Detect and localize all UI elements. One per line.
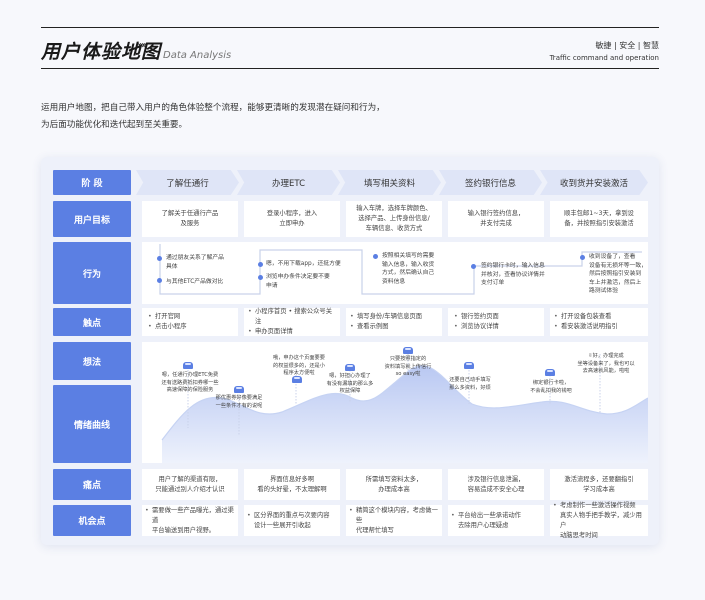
touch-cell: 打开官网点击小程序 xyxy=(142,308,238,336)
thought-note: 绑定银行卡啦， 不会乱扣我的钱吧 xyxy=(530,380,572,394)
thought-note: ✌好，办理完成 坐等设备来了，我也可以 去高速就风能，啦啦 xyxy=(577,353,635,374)
opportunity-cell: 区分界面的重点与次要内容 设计一些展开引收起 xyxy=(244,505,340,536)
intro-text: 运用用户地图，把自己带入用户的角色体验整个流程，能够更清晰的发现潜在疑问和行为，… xyxy=(41,100,461,134)
behavior-dot xyxy=(157,278,162,283)
behavior-note: 与其他ETC产品做对比 xyxy=(166,279,224,285)
opportunity-cell: 考虑制作一些激活操作视频 真实人物手把手教学，减少用户 动脑思考时间 xyxy=(550,501,648,539)
page-subtitle: Data Analysis xyxy=(163,50,232,61)
touch-item: 打开官网 xyxy=(148,312,186,322)
goal-cell: 登录小程序，进入 立即申办 xyxy=(244,201,340,237)
opportunity-text: 考虑制作一些激活操作视频 真实人物手把手教学，减少用户 动脑思考时间 xyxy=(553,501,645,541)
behavior-dot xyxy=(471,264,476,269)
behavior-note: 通过朋友关系了解产品 具体 xyxy=(166,255,224,270)
thought-note: 那优惠券好像要满足 一些条件才有的说呢 xyxy=(215,395,263,409)
thought-note: 嗯，好担心办理了 有没有漏填的那么多 权益保障 xyxy=(326,373,374,394)
header-rule xyxy=(41,68,659,69)
touch-cell: 填写身份/车辆信息页面查看示例图 xyxy=(346,308,442,336)
stage-4: 签约银行信息 xyxy=(439,170,542,195)
behavior-dot xyxy=(258,275,263,280)
thought-note: 还要自己动手填写 那么多资料，好烦 xyxy=(449,377,491,391)
thought-note: 只要按照指定的 资料填写就上传信行 so easy啦 xyxy=(384,356,432,377)
behavior-dot xyxy=(373,254,378,259)
behavior-note: 按照相关填写的需要 输入信息，输入收货 方式，然后确认自己 资料信息 xyxy=(382,253,435,285)
stage-1: 了解任通行 xyxy=(136,170,239,195)
header-tags-en: Traffic command and operation xyxy=(549,54,659,62)
pain-cell: 用户了解的渠道有限， 只能通过别人介绍才认识 xyxy=(142,469,238,500)
thought-note: 嗯，任通行办理ETC免费 还有送路费抵扣券哪一些 高速保障的保险服务 xyxy=(161,372,219,393)
row-label-emotion: 情绪曲线 xyxy=(53,385,131,463)
touch-item: 浏览协议详情 xyxy=(454,322,499,332)
behavior-note: 签约银行卡时，输入信息 并核对，查看协议详情并 支付订单 xyxy=(481,263,545,286)
behavior-dot xyxy=(580,255,585,260)
pain-cell: 涉及银行信息泄漏， 容易造成不安全心理 xyxy=(448,469,544,500)
touch-item: 银行签约页面 xyxy=(454,312,499,322)
opportunity-text: 需要做一些产品曝光，通过渠道 平台输送到用户视野。 xyxy=(145,506,235,536)
opportunity-text: 区分界面的重点与次要内容 设计一些展开引收起 xyxy=(247,511,330,531)
chevrons-icon: ›››› xyxy=(137,40,148,51)
intro-line: 运用用户地图，把自己带入用户的角色体验整个流程，能够更清晰的发现潜在疑问和行为， xyxy=(41,103,385,113)
touch-cell: 银行签约页面浏览协议详情 xyxy=(448,308,544,336)
car-icon xyxy=(345,364,355,371)
behavior-note: 嗯，不用下载app，还挺方便 xyxy=(266,261,341,267)
top-rule xyxy=(41,27,659,28)
goal-cell: 了解关于任通行产品 及服务 xyxy=(142,201,238,237)
touch-item: 填写身份/车辆信息页面 xyxy=(350,312,422,322)
header-tags: 敏捷 | 安全 | 智慧 xyxy=(595,41,659,50)
pain-cell: 激活流程多，还要翻指引 学习成本高 xyxy=(550,469,648,500)
goal-cell: 顺丰包邮1~3天，拿到设 备，并按照指引安装激活 xyxy=(550,201,648,237)
touch-item: 申办页面详情 xyxy=(248,327,336,337)
stage-5: 收到货并安装激活 xyxy=(540,170,648,195)
touch-cell: 打开设备包装查看看安装激活说明指引 xyxy=(550,308,648,336)
row-label-goal: 用户目标 xyxy=(53,201,131,237)
opportunity-text: 精简这个模块内容，考虑做一些 代理帮忙填写 xyxy=(349,506,439,536)
opportunity-cell: 精简这个模块内容，考虑做一些 代理帮忙填写 xyxy=(346,505,442,536)
intro-line: 为后面功能优化和迭代起到至关重要。 xyxy=(41,120,188,130)
goal-cell: 输入银行签约信息， 并支付完成 xyxy=(448,201,544,237)
stage-3: 填写相关资料 xyxy=(338,170,441,195)
behavior-dot xyxy=(157,256,162,261)
behavior-note: 收到设备了，查看 设备有无损坏等一致， 然后按照指引安装到 车上并激活，然后上 … xyxy=(589,254,647,294)
opportunity-cell: 需要做一些产品曝光，通过渠道 平台输送到用户视野。 xyxy=(142,505,238,536)
touch-item-text: 小程序首页 xyxy=(255,308,287,315)
row-label-pain: 痛点 xyxy=(53,469,131,500)
row-label-thought: 想法 xyxy=(53,342,131,380)
touch-item: 小程序首页 • 搜索公众号关注 xyxy=(248,307,336,327)
touch-cell: 小程序首页 • 搜索公众号关注申办页面详情 xyxy=(244,307,340,337)
opportunity-cell: 平台给出一些承诺动作 去除用户心理疑虑 xyxy=(448,505,544,536)
car-icon xyxy=(292,376,302,383)
car-icon xyxy=(183,362,193,369)
touch-item: 打开设备包装查看 xyxy=(554,312,618,322)
car-icon xyxy=(403,347,413,354)
behavior-dot xyxy=(258,262,263,267)
car-icon xyxy=(545,369,555,376)
row-label-behavior: 行为 xyxy=(53,242,131,304)
car-icon xyxy=(464,362,474,369)
stage-2: 办理ETC xyxy=(237,170,340,195)
behavior-note: 浏览申办条件决定要不要 申请 xyxy=(266,274,330,289)
opportunity-text: 平台给出一些承诺动作 去除用户心理疑虑 xyxy=(451,511,521,531)
row-label-touch: 触点 xyxy=(53,308,131,336)
goal-cell: 输入车牌，选择车牌颜色、 选择产品、上传身份信息/ 车辆信息、收货方式 xyxy=(346,201,442,237)
pain-cell: 所需填写资料太多， 办理成本高 xyxy=(346,469,442,500)
touch-item: 查看示例图 xyxy=(350,322,422,332)
row-label-stage: 阶 段 xyxy=(53,170,131,195)
pain-cell: 界面信息好多啊 看的头好晕，不太理解啊 xyxy=(244,469,340,500)
touch-item: 点击小程序 xyxy=(148,322,186,332)
row-label-opportunity: 机会点 xyxy=(53,505,131,536)
car-icon xyxy=(234,386,244,393)
touch-item: 看安装激活说明指引 xyxy=(554,322,618,332)
